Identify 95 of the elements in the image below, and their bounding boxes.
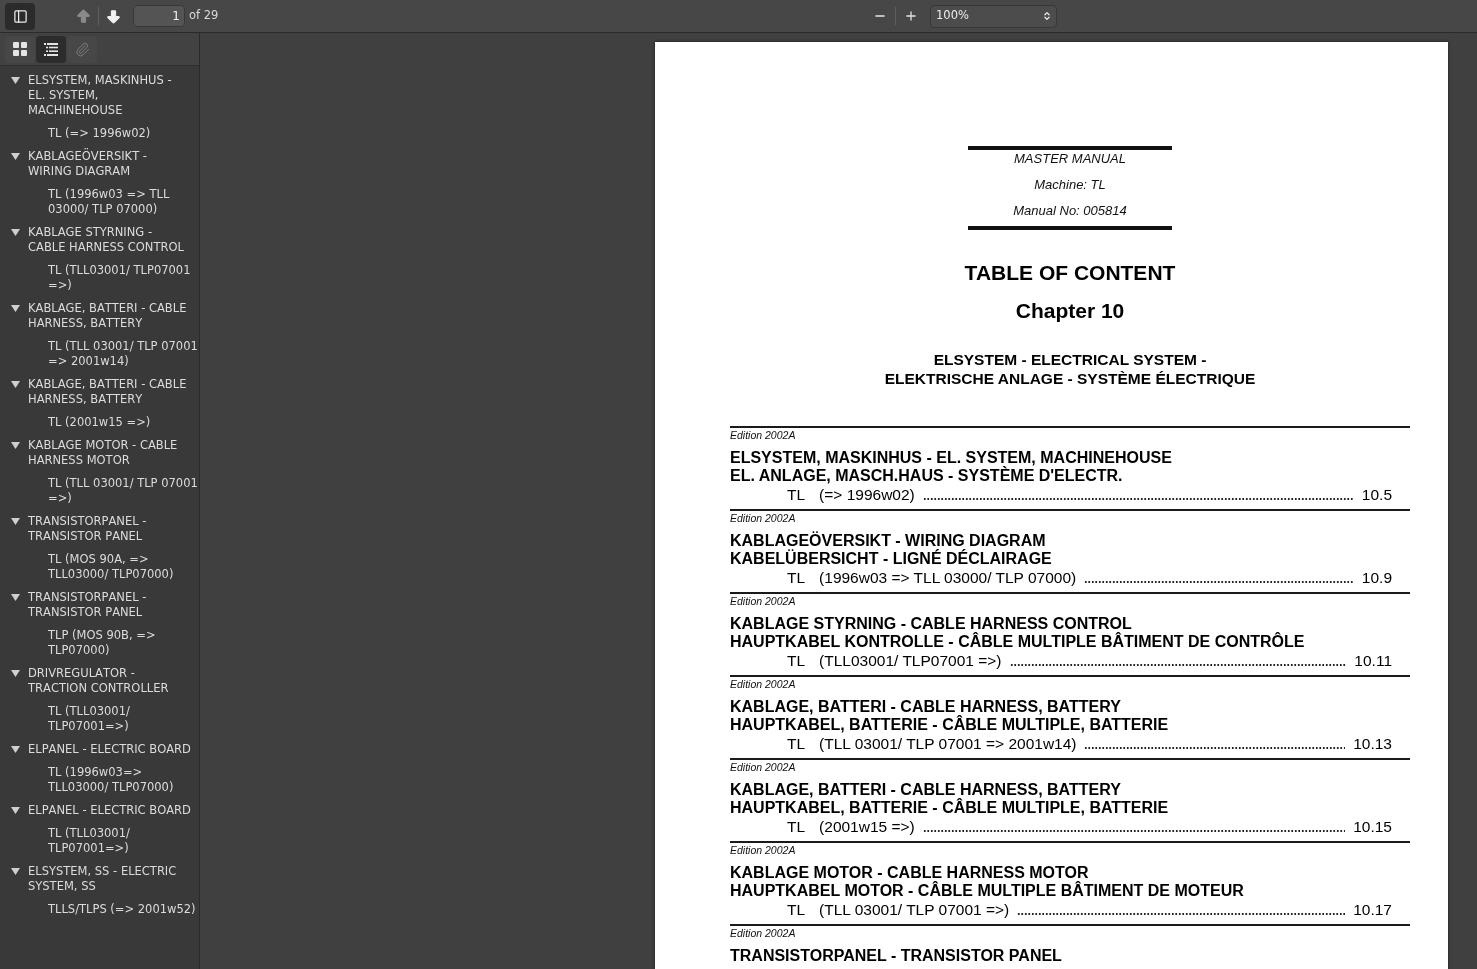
model-code: TL [787,651,806,670]
grid-icon [13,42,27,56]
section-title: EL. ANLAGE, MASCH.HAUS - SYSTÈME D'ELECTR. [730,467,1123,485]
paperclip-icon [74,41,90,57]
page-reference: 10.11 [1354,651,1392,670]
zoom-select[interactable]: 100% [930,4,1057,28]
serial-range: (1996w03 => TLL 03000/ TLP 07000) [819,568,1077,587]
outline-item[interactable]: KABLAGE MOTOR - CABLE HARNESS MOTOR [28,438,192,468]
model-code: TL [787,485,806,504]
chapter-subtitle: ELEKTRISCHE ANLAGE - SYSTÈME ÉLECTRIQUE [884,369,1256,388]
page-reference: 10.5 [1361,485,1392,504]
model-code: TL [787,734,806,753]
serial-range: (TLL 03001/ TLP 07001 => 2001w14) [819,734,1077,753]
triangle-icon[interactable] [11,807,20,814]
page-reference: 10.17 [1353,900,1392,919]
triangle-icon[interactable] [11,153,20,160]
triangle-icon[interactable] [11,305,20,312]
outline-item[interactable]: ELPANEL - ELECTRIC BOARD [28,742,192,757]
outline-item[interactable]: KABLAGEÖVERSIKT - WIRING DIAGRAM [28,149,192,179]
outline-item[interactable]: TL (TLL 03001/ TLP 07001 => 2001w14) [48,339,199,369]
outline-item[interactable]: TL (1996w03 => TLL 03000/ TLP 07000) [48,187,199,217]
section-title: KABLAGE, BATTERI - CABLE HARNESS, BATTERY [730,698,1121,716]
outline-item[interactable]: TLP (MOS 90B, => TLP07000) [48,628,199,658]
outline-item[interactable]: TL (TLL03001/ TLP07001=>) [48,704,199,734]
sidebar-icon [12,8,28,24]
edition-label: Edition 2002A [730,760,796,774]
updown-caret-icon [1042,11,1052,21]
section-title: TRANSISTORPANEL - TRANSISTOR PANEL [730,947,1062,965]
sidebar-tab[interactable] [5,35,35,63]
triangle-icon[interactable] [11,229,20,236]
outline-item[interactable]: TL (1996w03=> TLL03000/ TLP07000) [48,765,199,795]
section-title: HAUPTKABEL, BATTERIE - CÂBLE MULTIPLE, BATTERIE [730,799,1169,817]
outline-item[interactable]: TLLS/TLPS (=> 2001w52) [48,902,199,917]
triangle-icon[interactable] [11,77,20,84]
triangle-icon[interactable] [11,868,20,875]
header-text: Manual No: 005814 [1013,202,1127,220]
chapter-title: Chapter 10 [1015,299,1125,323]
section-title: KABLAGE MOTOR - CABLE HARNESS MOTOR [730,864,1089,881]
plus-icon [904,9,918,23]
section-title: KABELÜBERSICHT - LIGNÉ DÉCLAIRAGE [730,550,1052,568]
outline-item[interactable]: TL (TLL03001/ TLP07001 =>) [48,263,199,293]
outline-item[interactable]: TRANSISTORPANEL - TRANSISTOR PANEL [28,514,192,544]
serial-range: (=> 1996w02) [819,485,915,504]
serial-range: (TLL03001/ TLP07001 =>) [819,651,1002,670]
edition-label: Edition 2002A [730,926,796,940]
page-number-field[interactable]: 1 [133,5,185,27]
arrow-up-icon [75,7,92,25]
outline-item[interactable]: KABLAGE, BATTERI - CABLE HARNESS, BATTERY [28,301,192,331]
triangle-icon[interactable] [11,381,20,388]
edition-label: Edition 2002A [730,428,796,442]
page-count-label: of 29 [189,7,219,25]
section-title: HAUPTKABEL KONTROLLE - CÂBLE MULTIPLE BÂTIMENT DE CONTRÔLE [730,633,1305,651]
serial-range: (2001w15 =>) [819,817,915,836]
sidebar-tab[interactable] [36,35,66,63]
triangle-icon[interactable] [11,670,20,677]
outline-item[interactable]: ELSYSTEM, SS - ELECTRIC SYSTEM, SS [28,864,192,894]
list-icon [44,42,58,56]
page-reference: 10.13 [1353,734,1392,753]
edition-label: Edition 2002A [730,677,796,691]
triangle-icon[interactable] [11,746,20,753]
section-title: HAUPTKABEL, BATTERIE - CÂBLE MULTIPLE, BATTERIE [730,716,1169,734]
outline-item[interactable]: KABLAGE, BATTERI - CABLE HARNESS, BATTERY [28,377,192,407]
page-reference: 10.15 [1353,817,1392,836]
sidebar-toggle-button[interactable] [5,2,35,30]
outline-item[interactable]: TL (2001w15 =>) [48,415,199,430]
outline-item[interactable]: KABLAGE STYRNING - CABLE HARNESS CONTROL [28,225,192,255]
outline-item[interactable]: DRIVREGULATOR - TRACTION CONTROLLER [28,666,192,696]
chapter-subtitle: ELSYSTEM - ELECTRICAL SYSTEM - [933,350,1207,369]
section-title: KABLAGEÖVERSIKT - WIRING DIAGRAM [730,532,1046,549]
header-text: Machine: TL [1034,176,1106,194]
model-code: TL [787,568,806,587]
document-title: TABLE OF CONTENT [964,261,1176,285]
outline-item[interactable]: TL (=> 1996w02) [48,126,199,141]
outline-item[interactable]: ELSYSTEM, MASKINHUS - EL. SYSTEM, MACHINEHOUSE [28,73,192,118]
outline-item[interactable]: TRANSISTORPANEL - TRANSISTOR PANEL [28,590,192,620]
edition-label: Edition 2002A [730,843,796,857]
section-title: HAUPTKABEL MOTOR - CÂBLE MULTIPLE BÂTIMENT DE MOTEUR [730,882,1244,900]
header-text: MASTER MANUAL [1014,150,1126,168]
arrow-down-icon [105,7,122,25]
section-title: KABLAGE, BATTERI - CABLE HARNESS, BATTERY [730,781,1121,799]
outline-item[interactable]: TL (TLL03001/ TLP07001=>) [48,826,199,856]
triangle-icon[interactable] [11,442,20,449]
triangle-icon[interactable] [11,518,20,525]
model-code: TL [787,900,806,919]
outline-item[interactable]: TL (MOS 90A, => TLL03000/ TLP07000) [48,552,199,582]
edition-label: Edition 2002A [730,511,796,525]
model-code: TL [787,817,806,836]
section-title: KABLAGE STYRNING - CABLE HARNESS CONTROL [730,615,1132,632]
serial-range: (TLL 03001/ TLP 07001 =>) [819,900,1010,919]
section-title: ELSYSTEM, MASKINHUS - EL. SYSTEM, MACHINEHOUSE [730,449,1172,467]
edition-label: Edition 2002A [730,594,796,608]
outline-item[interactable]: ELPANEL - ELECTRIC BOARD [28,803,192,818]
page-reference: 10.9 [1361,568,1392,587]
triangle-icon[interactable] [11,594,20,601]
outline-item[interactable]: TL (TLL 03001/ TLP 07001 =>) [48,476,199,506]
